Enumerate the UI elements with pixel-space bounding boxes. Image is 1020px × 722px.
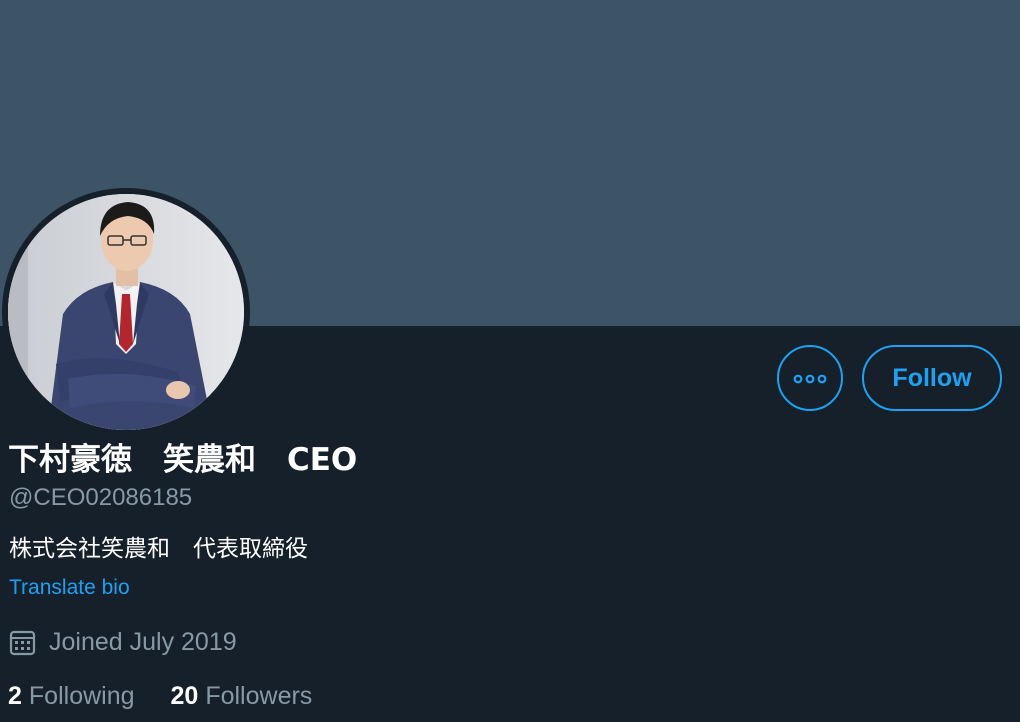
joined-text: Joined July 2019 — [49, 628, 237, 656]
translate-bio-link[interactable]: Translate bio — [9, 573, 130, 603]
joined-date: Joined July 2019 — [9, 624, 237, 660]
followers-count: 20 — [170, 682, 199, 710]
profile-handle: @CEO02086185 — [9, 484, 193, 511]
follow-stats: 2 Following 20 Followers — [8, 678, 312, 714]
more-dots-icon — [793, 369, 827, 388]
follow-button[interactable]: Follow — [862, 345, 1002, 411]
avatar[interactable] — [8, 194, 244, 430]
profile-bio: 株式会社笑農和 代表取締役 — [9, 536, 308, 562]
followers-link[interactable]: 20 Followers — [171, 678, 313, 714]
avatar-border — [2, 188, 250, 436]
following-count: 2 — [8, 682, 22, 710]
followers-label: Followers — [205, 682, 313, 710]
following-link[interactable]: 2 Following — [8, 678, 135, 714]
more-options-button[interactable] — [777, 345, 843, 411]
profile-name: 下村豪徳 笑農和 CEO — [8, 442, 358, 478]
avatar-photo — [8, 194, 244, 430]
following-label: Following — [28, 682, 135, 710]
calendar-icon — [9, 629, 36, 656]
profile-page: Follow 下村豪徳 笑農和 CEO @CEO02086185 株式会社笑農和… — [0, 0, 1020, 722]
